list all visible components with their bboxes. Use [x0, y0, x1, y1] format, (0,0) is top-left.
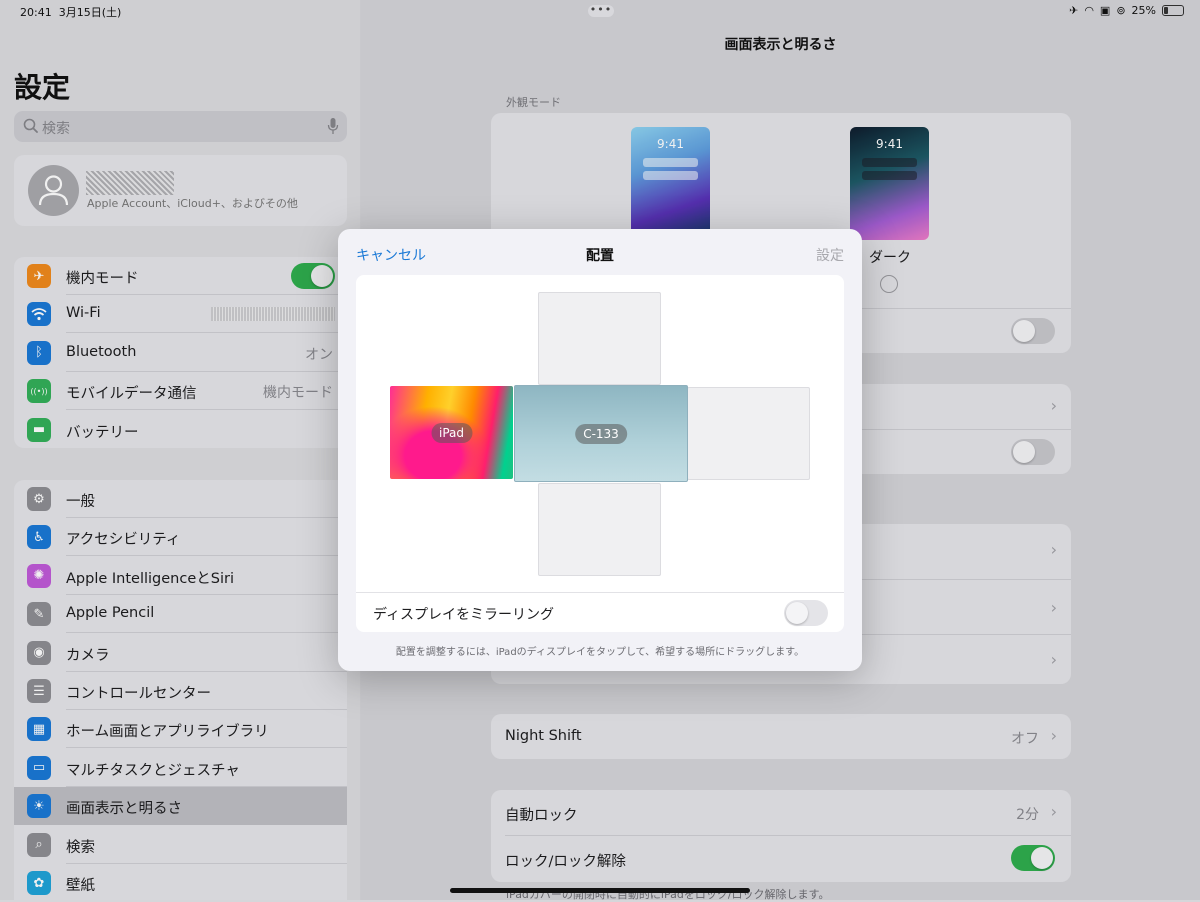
- arrangement-sheet: キャンセル 配置 設定 iPad C-133 ディスプレイをミラーリング 配置を…: [338, 229, 862, 671]
- ipad-label: iPad: [430, 422, 473, 443]
- mirror-displays-toggle[interactable]: [784, 600, 828, 626]
- sheet-title: 配置: [586, 248, 614, 264]
- external-display-tile[interactable]: C-133: [514, 385, 688, 482]
- display-arrangement-canvas: iPad C-133: [356, 275, 844, 592]
- mirror-displays-label: ディスプレイをミラーリング: [373, 607, 555, 623]
- external-display-label: C-133: [575, 423, 627, 444]
- home-indicator[interactable]: [450, 888, 750, 893]
- mirror-displays-row: ディスプレイをミラーリング: [356, 592, 844, 632]
- drop-slot-bottom[interactable]: [538, 483, 661, 576]
- arrangement-footnote: 配置を調整するには、iPadのディスプレイをタップして、希望する場所にドラッグし…: [395, 647, 805, 658]
- ipad-display-tile[interactable]: iPad: [390, 386, 513, 479]
- drop-slot-right[interactable]: [687, 387, 810, 480]
- drop-slot-top[interactable]: [538, 292, 661, 385]
- toggle-knob: [786, 602, 808, 624]
- set-button[interactable]: 設定: [816, 245, 844, 265]
